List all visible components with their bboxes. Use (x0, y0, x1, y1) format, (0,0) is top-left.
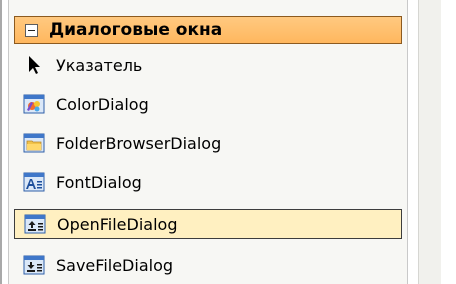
toolbox-item-label: OpenFileDialog (57, 214, 178, 234)
window-frame-left (0, 0, 2, 284)
color-dialog-icon (23, 93, 45, 115)
toolbox-item-openfiledialog[interactable]: OpenFileDialog (14, 209, 402, 239)
toolbox-item-label: FontDialog (56, 172, 142, 192)
collapse-icon[interactable] (25, 23, 38, 37)
toolbox-item-pointer[interactable]: Указатель (14, 50, 402, 80)
font-dialog-icon (23, 171, 45, 193)
toolbox-item-label: ColorDialog (56, 94, 149, 114)
category-header-label: Диалоговые окна (49, 20, 223, 40)
toolbox-item-colordialog[interactable]: ColorDialog (14, 89, 402, 119)
toolbox-item-label: Указатель (56, 55, 143, 75)
toolbox-item-label: FolderBrowserDialog (56, 133, 222, 153)
toolbox-item-label: SaveFileDialog (56, 255, 174, 275)
toolbox-item-savefiledialog[interactable]: SaveFileDialog (14, 250, 402, 280)
pointer-icon (23, 54, 45, 76)
category-header-dialogs[interactable]: Диалоговые окна (14, 16, 402, 44)
open-file-dialog-icon (24, 213, 46, 235)
toolbox-item-fontdialog[interactable]: FontDialog (14, 167, 402, 197)
save-file-dialog-icon (23, 254, 45, 276)
right-gutter (441, 0, 456, 284)
vertical-scrollbar[interactable] (418, 0, 442, 284)
toolbox-item-folderbrowserdialog[interactable]: FolderBrowserDialog (14, 128, 402, 158)
folder-browser-icon (23, 132, 45, 154)
